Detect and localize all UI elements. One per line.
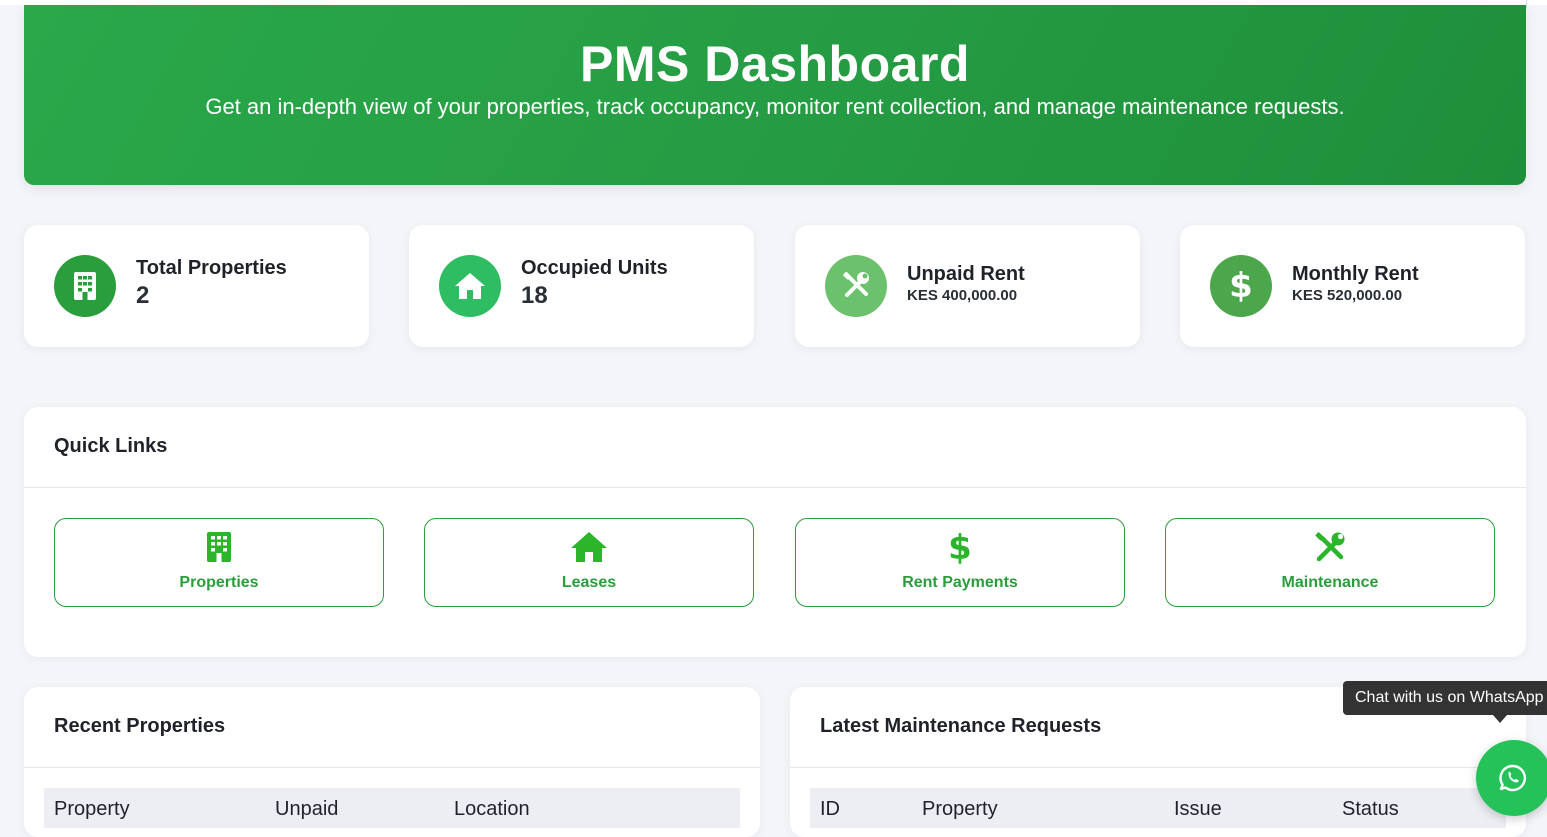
quick-links-panel: Quick Links Properties Leases $ Rent Pay… [24, 407, 1526, 657]
quick-link-leases[interactable]: Leases [424, 518, 754, 607]
column-header-unpaid: Unpaid [275, 798, 339, 820]
page-subtitle: Get an in-depth view of your properties,… [205, 94, 1345, 119]
whatsapp-tooltip: Chat with us on WhatsApp [1343, 681, 1547, 723]
quick-link-label: Leases [561, 574, 617, 591]
column-header-property: Property [922, 798, 998, 820]
scrollbar-edge [1526, 0, 1527, 8]
stat-title: Total Properties [136, 257, 287, 279]
column-header-location: Location [454, 798, 530, 820]
divider [24, 487, 1526, 488]
quick-link-label: Properties [179, 574, 259, 591]
stat-card-unpaid-rent: Unpaid Rent KES 400,000.00 [795, 225, 1140, 347]
stat-value: KES 400,000.00 [907, 287, 1018, 304]
whatsapp-icon [1498, 763, 1528, 793]
quick-link-label: Maintenance [1281, 574, 1379, 591]
stat-card-occupied-units: Occupied Units 18 [409, 225, 754, 347]
maintenance-requests-title: Latest Maintenance Requests [820, 715, 1102, 737]
divider [790, 767, 1526, 768]
recent-properties-title: Recent Properties [54, 715, 226, 737]
stat-card-monthly-rent: $ Monthly Rent KES 520,000.00 [1180, 225, 1525, 347]
tools-icon [825, 255, 887, 317]
building-icon [54, 255, 116, 317]
divider [24, 767, 760, 768]
building-icon [55, 531, 383, 565]
quick-link-rent-payments[interactable]: $ Rent Payments [795, 518, 1125, 607]
stat-value: 2 [136, 282, 150, 309]
stat-card-total-properties: Total Properties 2 [24, 225, 369, 347]
column-header-property: Property [54, 798, 130, 820]
column-header-status: Status [1342, 798, 1399, 820]
stat-value: KES 520,000.00 [1292, 287, 1403, 304]
stat-value: 18 [521, 282, 548, 309]
column-header-id: ID [820, 798, 840, 820]
home-icon [439, 255, 501, 317]
hero-banner: PMS Dashboard Get an in-depth view of yo… [24, 5, 1526, 185]
dollar-icon: $ [1210, 255, 1272, 317]
stat-title: Monthly Rent [1292, 263, 1419, 285]
quick-link-maintenance[interactable]: Maintenance [1165, 518, 1495, 607]
whatsapp-chat-button[interactable] [1476, 740, 1547, 816]
tools-icon [1166, 531, 1494, 565]
dollar-icon: $ [948, 528, 972, 568]
stat-title: Occupied Units [521, 257, 668, 279]
table-header: ID Property Issue Status [810, 788, 1506, 828]
stat-title: Unpaid Rent [907, 263, 1025, 285]
quick-links-title: Quick Links [54, 435, 168, 457]
quick-link-label: Rent Payments [902, 574, 1018, 591]
column-header-issue: Issue [1174, 798, 1222, 820]
home-icon [425, 531, 753, 565]
table-header: Property Unpaid Location [44, 788, 740, 828]
recent-properties-panel: Recent Properties Property Unpaid Locati… [24, 687, 760, 837]
page-title: PMS Dashboard [580, 36, 970, 92]
quick-link-properties[interactable]: Properties [54, 518, 384, 607]
